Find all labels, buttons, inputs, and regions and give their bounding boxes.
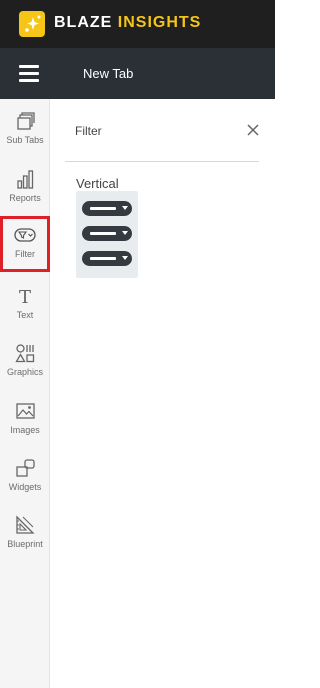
dropdown-pill [82, 226, 132, 241]
sidebar-item-label: Filter [15, 249, 35, 259]
dropdown-pill [82, 251, 132, 266]
sidebar-item-label: Text [16, 310, 34, 320]
svg-text:T: T [19, 287, 31, 307]
brand-name-white: BLAZE [54, 14, 113, 31]
sidebar-item-label: Images [10, 425, 40, 435]
brand-name-yellow: INSIGHTS [117, 14, 202, 31]
text-icon: T [19, 287, 31, 307]
sidebar-item-filter[interactable]: Filter [0, 216, 50, 272]
sidebar-item-label: Reports [9, 193, 41, 203]
sparkle-icon [19, 11, 45, 37]
sidebar-item-label: Blueprint [7, 539, 43, 549]
section-label-vertical: Vertical [76, 176, 119, 191]
sidebar-item-widgets[interactable]: Widgets [0, 449, 50, 501]
sub-tabs-icon [17, 112, 35, 130]
filter-icon [14, 228, 36, 242]
panel-title: Filter [75, 124, 102, 138]
bar-chart-icon [17, 170, 34, 189]
shapes-icon [15, 344, 35, 363]
top-bar: BLAZE INSIGHTS [0, 0, 275, 48]
close-icon[interactable] [246, 123, 260, 137]
nav-bar: New Tab [0, 48, 275, 99]
sidebar-item-blueprint[interactable]: Blueprint [0, 506, 50, 558]
sidebar-item-graphics[interactable]: Graphics [0, 334, 50, 386]
sidebar-item-text[interactable]: T Text [0, 277, 50, 329]
left-sidebar: Sub Tabs Reports Filter T Text Graphics [0, 99, 50, 688]
image-icon [16, 403, 35, 419]
sidebar-item-label: Widgets [8, 482, 42, 492]
sidebar-item-label: Graphics [6, 367, 43, 377]
filter-panel: Filter Vertical [51, 99, 275, 688]
vertical-filter-dropdowns-icon[interactable] [76, 191, 138, 278]
hamburger-icon[interactable] [19, 65, 39, 82]
sidebar-item-sub-tabs[interactable]: Sub Tabs [0, 102, 50, 154]
sidebar-item-label: Sub Tabs [6, 135, 44, 145]
sidebar-item-reports[interactable]: Reports [0, 160, 50, 212]
panel-divider [65, 161, 259, 162]
dropdown-pill [82, 201, 132, 216]
sidebar-item-images[interactable]: Images [0, 392, 50, 444]
blueprint-icon [16, 515, 35, 534]
tab-title[interactable]: New Tab [83, 66, 133, 81]
brand-name: BLAZE INSIGHTS [54, 14, 201, 32]
widgets-icon [16, 459, 35, 477]
